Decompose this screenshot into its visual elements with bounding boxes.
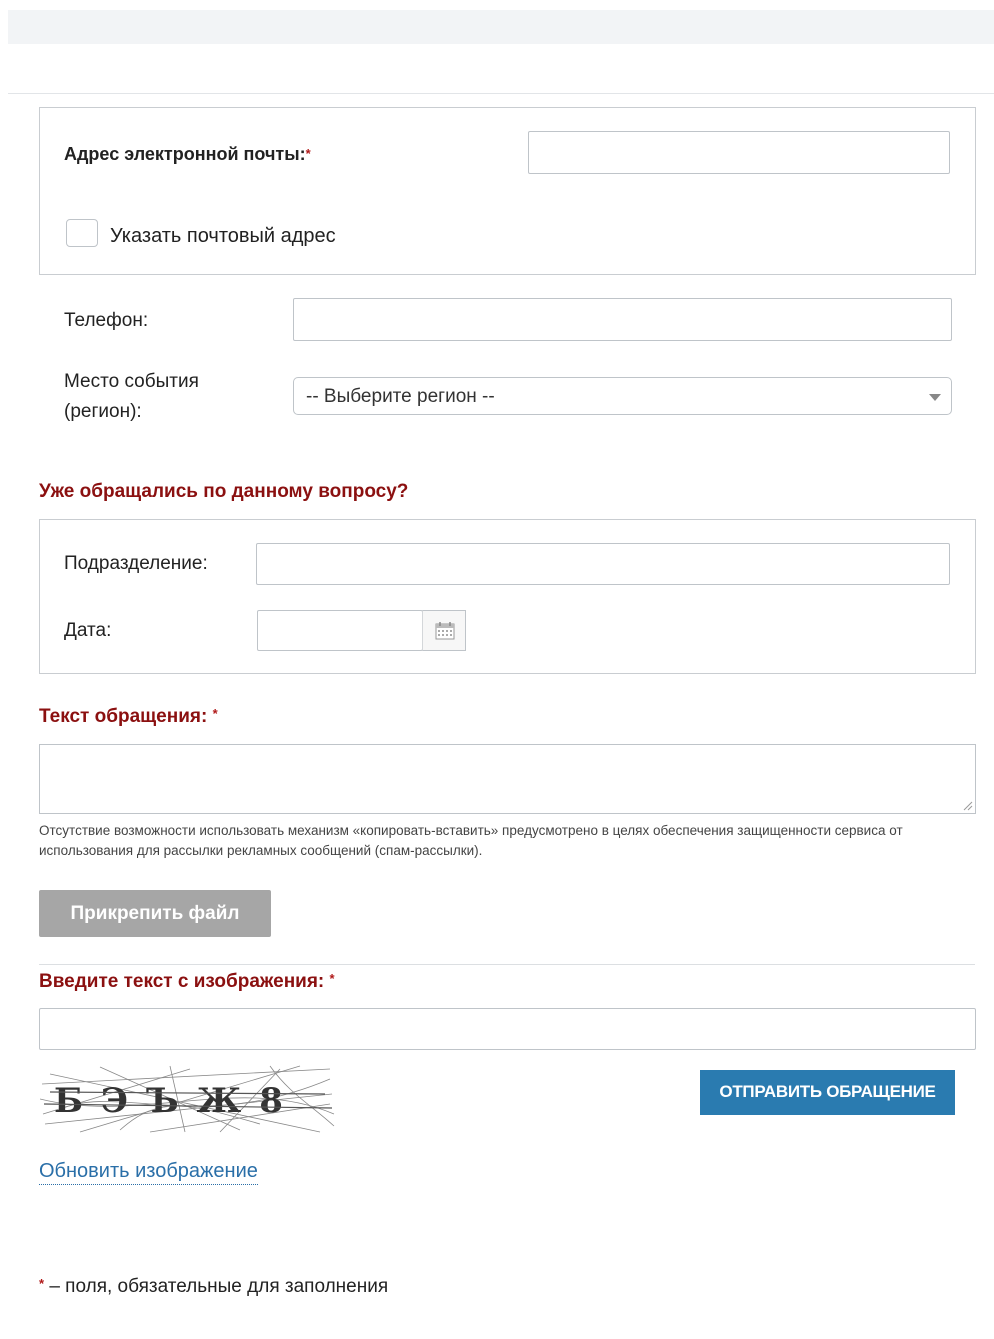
captcha-title: Введите текст с изображения: * bbox=[39, 971, 335, 992]
phone-field[interactable] bbox=[293, 298, 952, 341]
region-label-line1: Место события bbox=[64, 371, 199, 392]
previous-request-title: Уже обращались по данному вопросу? bbox=[39, 481, 409, 502]
required-mark: * bbox=[212, 706, 218, 721]
region-select[interactable]: -- Выберите регион -- bbox=[293, 377, 952, 415]
calendar-icon bbox=[435, 622, 455, 640]
attach-file-button[interactable]: Прикрепить файл bbox=[39, 890, 271, 937]
top-bar bbox=[8, 10, 994, 44]
postal-address-label: Указать почтовый адрес bbox=[110, 225, 336, 247]
date-label: Дата: bbox=[64, 620, 112, 641]
required-fields-footnote: * – поля, обязательные для заполнения bbox=[39, 1276, 389, 1297]
region-select-value: -- Выберите регион -- bbox=[306, 386, 495, 407]
required-mark: * bbox=[305, 146, 311, 161]
date-field[interactable] bbox=[257, 610, 423, 651]
department-field[interactable] bbox=[256, 543, 950, 585]
chevron-down-icon bbox=[929, 394, 941, 401]
resize-grip-icon[interactable] bbox=[963, 801, 973, 811]
message-title: Текст обращения: * bbox=[39, 706, 218, 727]
message-textarea[interactable] bbox=[39, 744, 976, 814]
top-divider bbox=[8, 93, 994, 94]
captcha-image: БЭЪЖ8 bbox=[40, 1064, 336, 1134]
copy-paste-note: Отсутствие возможности использовать меха… bbox=[39, 823, 903, 858]
phone-label: Телефон: bbox=[64, 310, 149, 331]
submit-button[interactable]: ОТПРАВИТЬ ОБРАЩЕНИЕ bbox=[700, 1070, 955, 1115]
email-field[interactable] bbox=[528, 131, 950, 174]
captcha-field[interactable] bbox=[39, 1008, 976, 1050]
department-label: Подразделение: bbox=[64, 553, 208, 574]
postal-address-checkbox[interactable] bbox=[66, 219, 98, 247]
captcha-text: БЭЪЖ8 bbox=[54, 1081, 301, 1121]
required-mark: * bbox=[329, 971, 335, 986]
divider bbox=[39, 964, 975, 965]
region-label-line2: (регион): bbox=[64, 401, 142, 422]
refresh-captcha-link[interactable]: Обновить изображение bbox=[39, 1158, 258, 1185]
calendar-button[interactable] bbox=[422, 610, 466, 651]
email-label: Адрес электронной почты:* bbox=[64, 144, 311, 164]
